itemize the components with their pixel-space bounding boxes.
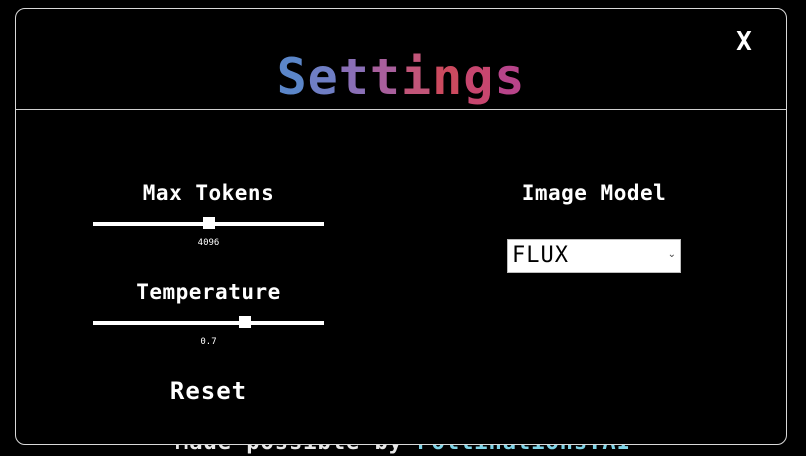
chevron-down-icon: ⌄ [667,249,676,260]
slider-thumb[interactable] [202,217,215,229]
page-title: Settings [16,47,786,107]
title-letter: i [401,48,433,106]
reset-button[interactable]: Reset [93,377,324,405]
image-model-label: Image Model [521,181,667,205]
title-letter: t [338,48,370,106]
max-tokens-slider[interactable] [93,217,324,231]
modal-header: Settings X [16,9,786,110]
title-letter: g [463,48,495,106]
title-letter: t [369,48,401,106]
temperature-label: Temperature [136,280,281,304]
close-button[interactable]: X [732,27,756,57]
max-tokens-value: 4096 [197,238,220,248]
title-letter: e [307,48,339,106]
title-letter: s [494,48,526,106]
temperature-value: 0.7 [200,337,217,347]
image-model-selected: FLUX [512,243,569,268]
slider-thumb[interactable] [239,316,252,328]
settings-modal: Settings X Max Tokens 4096 Temperature 0… [15,8,787,445]
slider-track [93,321,324,325]
title-letter: n [432,48,464,106]
title-letter: S [276,48,308,106]
temperature-slider[interactable] [93,316,324,330]
image-model-select[interactable]: FLUX ⌄ [507,239,681,273]
max-tokens-label: Max Tokens [142,181,275,205]
